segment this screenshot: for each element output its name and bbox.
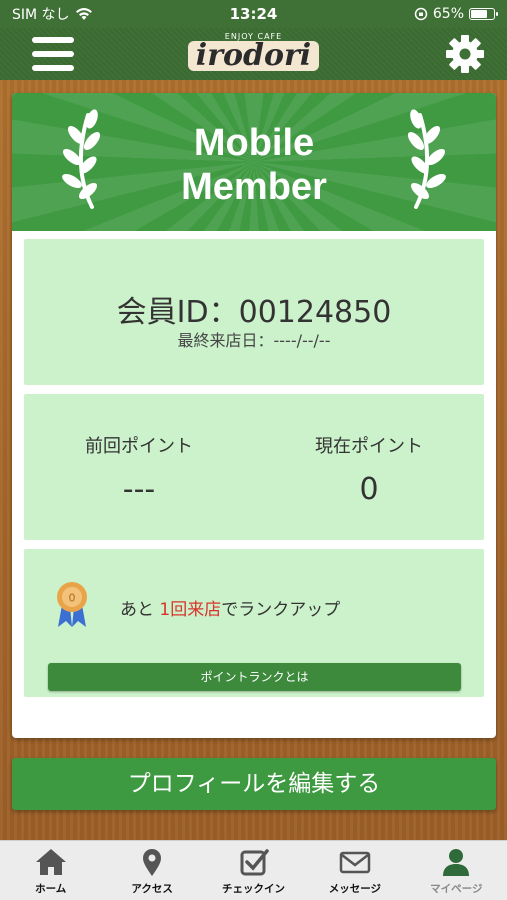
- tab-mypage[interactable]: マイページ: [406, 841, 507, 900]
- rank-up-prefix: あと: [120, 600, 154, 620]
- current-points: 現在ポイント 0: [254, 432, 484, 507]
- carrier-label: SIM なし: [12, 7, 70, 23]
- member-card: Mobile Member 会員ID：00124850 最終来店日：----/-…: [12, 93, 496, 738]
- member-info-panel: 会員ID：00124850 最終来店日：----/--/--: [24, 239, 484, 385]
- member-id: 会員ID：00124850: [116, 295, 392, 330]
- map-pin-icon: [143, 849, 162, 876]
- rank-panel: 0 あと 1回来店でランクアップ ポイントランクとは: [24, 549, 484, 697]
- previous-points-label: 前回ポイント: [85, 436, 193, 457]
- logo-text: irodori: [187, 41, 320, 71]
- tab-checkin[interactable]: チェックイン: [203, 841, 304, 900]
- medal-icon: 0: [57, 582, 87, 627]
- edit-profile-button[interactable]: プロフィールを編集する: [12, 758, 496, 810]
- point-rank-info-button[interactable]: ポイントランクとは: [48, 663, 461, 691]
- tab-label-access: アクセス: [131, 883, 173, 895]
- wifi-icon: [75, 8, 92, 20]
- checkin-icon: [240, 849, 269, 876]
- tab-label-home: ホーム: [35, 883, 67, 895]
- tab-access[interactable]: アクセス: [101, 841, 202, 900]
- envelope-icon: [339, 851, 371, 874]
- status-bar: SIM なし 13:24 65%: [0, 0, 507, 28]
- mobile-member-banner: Mobile Member: [12, 93, 496, 231]
- previous-points-value: ---: [122, 472, 156, 507]
- logo-subtext: ENJOY CAFE: [224, 32, 283, 41]
- last-visit-date: 最終来店日：----/--/--: [177, 331, 331, 350]
- rank-up-visits: 1回来店: [159, 600, 222, 620]
- tab-label-message: メッセージ: [328, 883, 382, 895]
- tab-label-mypage: マイページ: [430, 883, 483, 895]
- menu-icon[interactable]: [32, 37, 74, 71]
- battery-icon: [469, 8, 498, 20]
- tab-label-checkin: チェックイン: [222, 883, 286, 895]
- user-icon: [443, 849, 470, 876]
- current-points-label: 現在ポイント: [315, 436, 423, 457]
- rank-up-suffix: でランクアップ: [221, 600, 341, 620]
- tab-bar: ホーム アクセス チェックイン メッセージ マイページ: [0, 840, 507, 900]
- current-points-value: 0: [359, 472, 379, 507]
- points-panel: 前回ポイント --- 現在ポイント 0: [24, 394, 484, 540]
- app-header: ENJOY CAFE irodori: [0, 28, 507, 80]
- orientation-lock-icon: [414, 7, 428, 21]
- battery-percent: 65%: [432, 6, 464, 22]
- app-logo: ENJOY CAFE irodori: [0, 32, 507, 71]
- medal-number: 0: [69, 592, 76, 605]
- rank-up-message: あと 1回来店でランクアップ: [120, 595, 340, 620]
- tab-message[interactable]: メッセージ: [304, 841, 405, 900]
- tab-home[interactable]: ホーム: [0, 841, 101, 900]
- laurel-right-icon: [407, 109, 446, 209]
- previous-points: 前回ポイント ---: [24, 432, 254, 507]
- home-icon: [35, 849, 66, 875]
- settings-gear-icon[interactable]: [445, 34, 485, 74]
